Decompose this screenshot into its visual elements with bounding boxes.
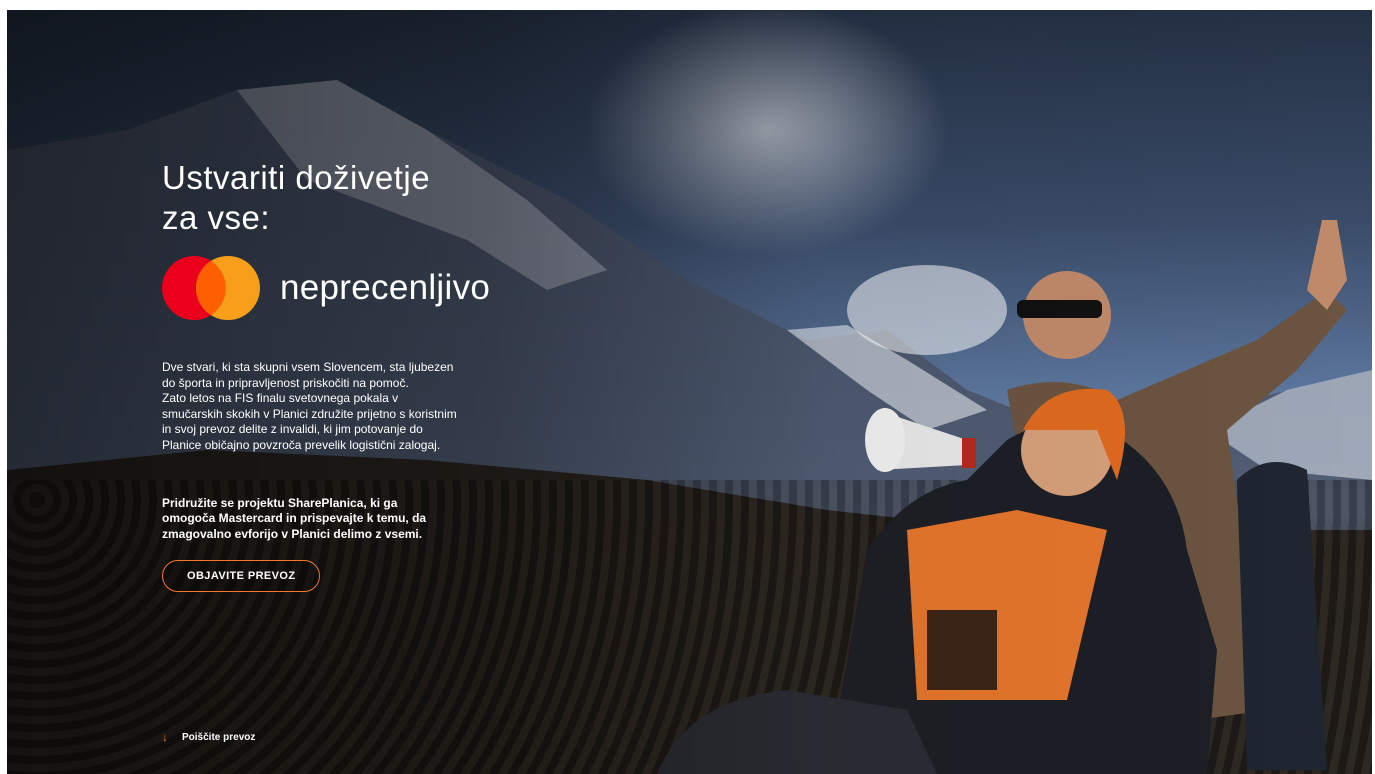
- headline-line-1: Ustvariti doživetje: [162, 159, 431, 196]
- headline-line-2: za vse:: [162, 199, 271, 236]
- publish-ride-button[interactable]: OBJAVITE PREVOZ: [162, 560, 321, 593]
- intro-line: Zato letos na FIS finalu svetovnega poka…: [162, 391, 399, 406]
- find-ride-link[interactable]: ↓ Poiščite prevoz: [162, 730, 255, 744]
- find-ride-label: Poiščite prevoz: [182, 731, 256, 743]
- cta-paragraph: Pridružite se projektu SharePlanica, ki …: [162, 496, 462, 543]
- intro-line: in svoj prevoz delite z invalidi, ki jim…: [162, 422, 423, 437]
- brand-row: neprecenljivo: [162, 256, 522, 320]
- intro-line: do športa in pripravljenost priskočiti n…: [162, 375, 409, 390]
- page-title: Ustvariti doživetje za vse:: [162, 158, 522, 238]
- cta-line: Pridružite se projektu SharePlanica, ki …: [162, 495, 398, 510]
- cta-line: omogoča Mastercard in prispevajte k temu…: [162, 511, 427, 526]
- cta-line: zmagovalno evforijo v Planici delimo z v…: [162, 526, 423, 541]
- hero-content: Ustvariti doživetje za vse: neprecenljiv…: [162, 158, 522, 593]
- intro-paragraph: Dve stvari, ki sta skupni vsem Slovencem…: [162, 360, 502, 454]
- intro-line: Planice običajno povzroča prevelik logis…: [162, 437, 441, 452]
- mastercard-logo: [162, 256, 260, 320]
- intro-line: Dve stvari, ki sta skupni vsem Slovencem…: [162, 360, 454, 374]
- arrow-down-icon: ↓: [162, 730, 168, 744]
- tagline: neprecenljivo: [280, 268, 491, 307]
- intro-line: smučarskih skokih v Planici združite pri…: [162, 406, 457, 421]
